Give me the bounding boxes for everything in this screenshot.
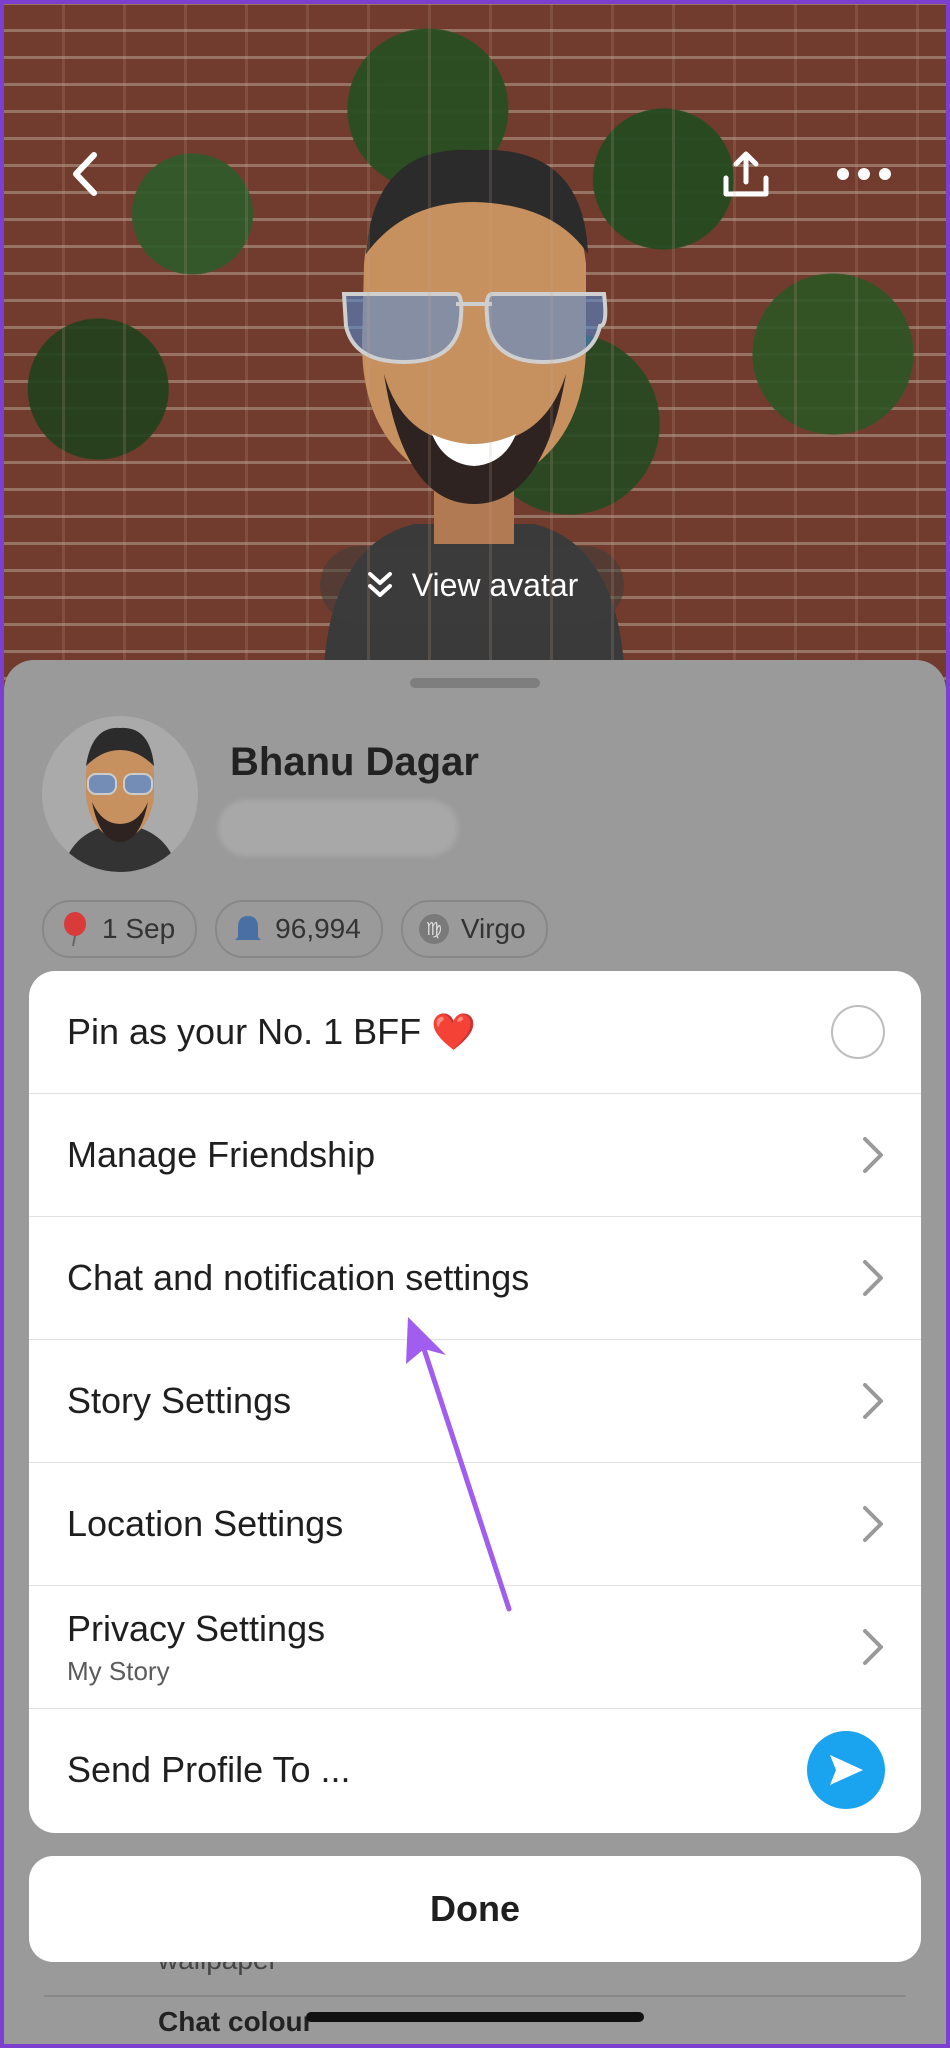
share-button[interactable] [716,144,776,204]
story-settings-item[interactable]: Story Settings [29,1340,921,1463]
svg-text:♍: ♍ [426,919,442,940]
home-indicator [306,2012,644,2022]
profile-chips: 1 Sep 96,994 ♍ Virgo [42,900,548,958]
zodiac-chip[interactable]: ♍ Virgo [400,900,548,958]
location-settings-item[interactable]: Location Settings [29,1463,921,1586]
virgo-icon: ♍ [417,912,451,946]
chevron-right-icon [861,1135,885,1175]
avatar-icon [62,727,178,872]
menu-item-label: Pin as your No. 1 BFF ❤️ [67,1011,476,1052]
profile-background: View avatar [4,4,946,704]
chevron-right-icon [861,1504,885,1544]
double-chevron-down-icon [367,572,392,597]
send-arrow-icon [830,1755,863,1785]
chevron-right-icon [861,1627,885,1667]
menu-item-label: Location Settings [67,1503,344,1544]
radio-button[interactable] [831,1005,885,1059]
profile-name: Bhanu Dagar [230,740,479,784]
menu-item-label: Chat and notification settings [67,1257,530,1298]
pin-bff-item[interactable]: Pin as your No. 1 BFF ❤️ [29,971,921,1094]
username-blurred [218,800,458,856]
avatar[interactable] [42,716,198,872]
birthday-chip[interactable]: 1 Sep [42,900,198,958]
manage-friendship-item[interactable]: Manage Friendship [29,1094,921,1217]
menu-item-label: Manage Friendship [67,1134,376,1175]
menu-item-label: Story Settings [67,1380,292,1421]
menu-item-label: Send Profile To ... [67,1749,351,1790]
menu-item-sublabel: My Story [67,1655,170,1686]
balloon-icon [58,912,92,946]
send-button[interactable] [807,1731,885,1809]
bitmoji-avatar [324,149,624,664]
share-icon [723,151,769,197]
sheet-grabber[interactable] [410,678,540,688]
chevron-right-icon [861,1381,885,1421]
screen: View avatar Bhanu Dagar 1 Sep 96,994 ♍ V… [4,4,946,2044]
chat-colour-row-label: Chat colour [158,2006,314,2037]
privacy-settings-item[interactable]: Privacy Settings My Story [29,1586,921,1709]
chat-notification-settings-item[interactable]: Chat and notification settings [29,1217,921,1340]
view-avatar-label: View avatar [411,566,579,603]
more-horizontal-icon [837,168,891,180]
chevron-left-icon [73,152,97,196]
send-profile-item[interactable]: Send Profile To ... [29,1709,921,1831]
ghost-icon [231,912,265,946]
menu-item-label: Privacy Settings [67,1607,326,1649]
friend-actions-menu: Pin as your No. 1 BFF ❤️ Manage Friendsh… [29,971,921,1833]
snap-score-chip[interactable]: 96,994 [215,900,383,958]
chevron-right-icon [861,1258,885,1298]
back-button[interactable] [56,144,116,204]
more-options-button[interactable] [834,144,894,204]
done-button[interactable]: Done [29,1856,921,1962]
view-avatar-button[interactable]: View avatar [320,546,624,624]
